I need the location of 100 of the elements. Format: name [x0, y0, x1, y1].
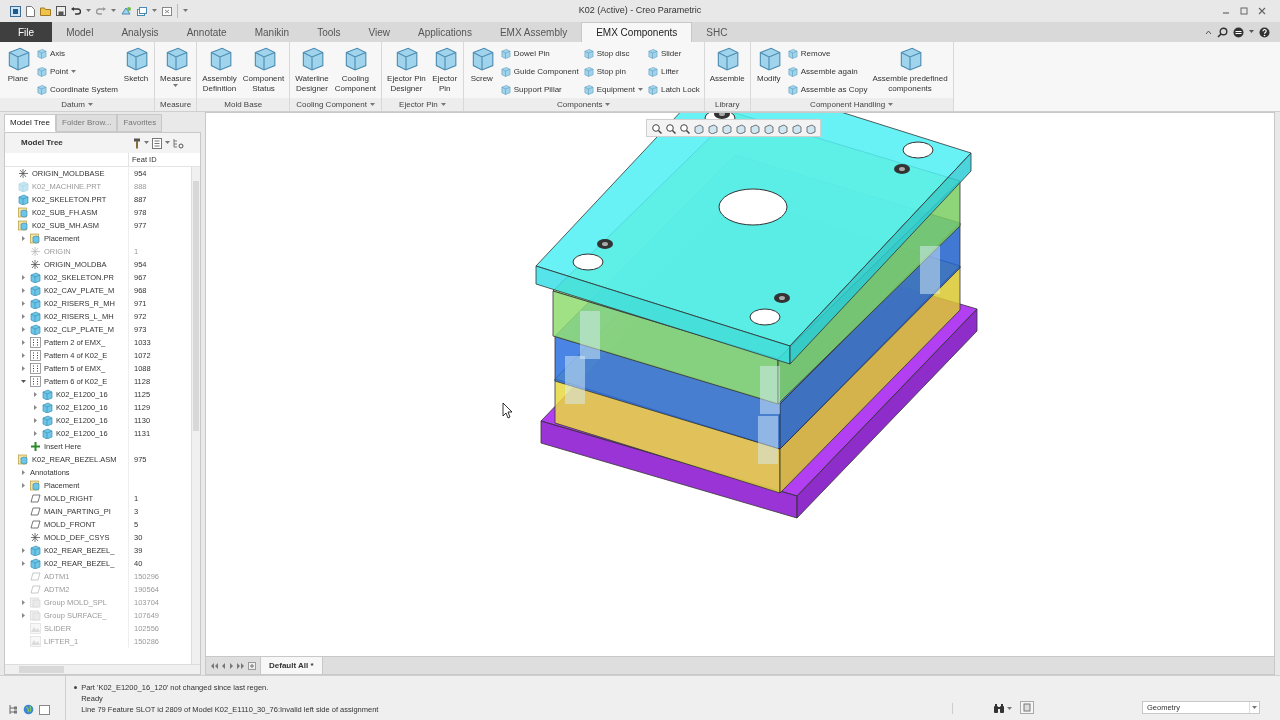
ribbon-tab[interactable]: Tools: [303, 22, 355, 42]
ribbon-tab[interactable]: File: [0, 22, 53, 42]
binoculars-icon[interactable]: [993, 703, 1005, 714]
view-tool-icon[interactable]: [735, 122, 746, 134]
group-label[interactable]: Components: [557, 98, 603, 111]
expand-arrow-icon[interactable]: [21, 236, 26, 241]
expand-arrow-icon[interactable]: [21, 301, 26, 306]
ribbon-tab[interactable]: EMX Assembly: [485, 22, 582, 42]
ribbon-button[interactable]: Lifter: [646, 64, 700, 79]
ribbon-button[interactable]: Slider: [646, 46, 700, 61]
ribbon-button[interactable]: Coordinate System: [36, 82, 119, 97]
ribbon-tab[interactable]: Manikin: [240, 22, 304, 42]
ribbon-button[interactable]: Plane: [4, 45, 32, 84]
help-icon[interactable]: [1259, 26, 1270, 38]
dropdown-icon[interactable]: [111, 9, 116, 13]
ribbon-button[interactable]: Assembly Definition: [201, 45, 238, 94]
caret-up-icon[interactable]: [1205, 29, 1212, 35]
new-file-icon[interactable]: [26, 5, 35, 17]
ribbon-button[interactable]: Stop pin: [582, 64, 643, 79]
expand-arrow-icon[interactable]: [33, 405, 38, 410]
ribbon-tab[interactable]: EMX Components: [581, 22, 693, 42]
ribbon-tab[interactable]: SHC: [692, 22, 742, 42]
dropdown-icon[interactable]: [165, 141, 170, 145]
expand-arrow-icon[interactable]: [21, 483, 26, 488]
next-icon[interactable]: [229, 662, 234, 669]
dropdown-icon[interactable]: [86, 9, 91, 13]
expand-arrow-icon[interactable]: [33, 418, 38, 423]
ribbon-button[interactable]: Dowel Pin: [499, 46, 579, 61]
tree-filter-icon[interactable]: [173, 137, 184, 149]
ribbon-button[interactable]: Axis: [36, 46, 119, 61]
navigator-tab[interactable]: Favorites: [117, 114, 163, 132]
app-icon[interactable]: [10, 5, 21, 17]
expand-arrow-icon[interactable]: [21, 548, 26, 553]
view-tool-icon[interactable]: [707, 122, 718, 134]
expand-arrow-icon[interactable]: [21, 288, 26, 293]
expand-arrow-icon[interactable]: [21, 353, 26, 358]
ribbon-button[interactable]: Support Pillar: [499, 82, 579, 97]
search-icon[interactable]: [1217, 26, 1228, 38]
dropdown-icon[interactable]: [1249, 30, 1254, 34]
view-tool-icon[interactable]: [721, 122, 732, 134]
ribbon-tab[interactable]: Annotate: [172, 22, 241, 42]
navigator-tab[interactable]: Model Tree: [4, 114, 57, 132]
redo-icon[interactable]: [96, 7, 106, 15]
expand-arrow-icon[interactable]: [21, 613, 26, 618]
view-tool-icon[interactable]: [749, 122, 760, 134]
vertical-scrollbar[interactable]: [191, 167, 200, 664]
ribbon-button[interactable]: Stop disc: [582, 46, 643, 61]
document-tab[interactable]: Default All *: [260, 657, 323, 674]
dropdown-icon[interactable]: [144, 141, 149, 145]
dropdown-icon[interactable]: [1007, 706, 1012, 711]
caret-icon[interactable]: [1252, 705, 1257, 710]
selection-icon[interactable]: [1020, 701, 1034, 714]
caret-icon[interactable]: [173, 84, 179, 88]
expand-arrow-icon[interactable]: [21, 366, 26, 371]
ribbon-button[interactable]: Guide Component: [499, 64, 579, 79]
ribbon-button[interactable]: Point: [36, 64, 119, 79]
last-icon[interactable]: [237, 662, 245, 669]
ribbon-button[interactable]: Remove: [786, 46, 868, 61]
ribbon-button[interactable]: Latch Lock: [646, 82, 700, 97]
folder-icon[interactable]: [40, 6, 51, 16]
expand-arrow-icon[interactable]: [21, 340, 26, 345]
ribbon-button[interactable]: Ejector Pin Designer: [386, 45, 427, 94]
first-icon[interactable]: [210, 662, 218, 669]
ribbon-button[interactable]: Assemble predefined components: [871, 45, 949, 94]
view-tool-icon[interactable]: [791, 122, 802, 134]
hammer-icon[interactable]: [133, 137, 141, 149]
ribbon-button[interactable]: Cooling Component: [333, 45, 378, 94]
dropdown-icon[interactable]: [152, 9, 157, 13]
expand-arrow-icon[interactable]: [33, 392, 38, 397]
ribbon-button[interactable]: Screw: [467, 45, 496, 84]
ribbon-button[interactable]: Equipment: [582, 82, 643, 97]
expand-arrow-icon[interactable]: [33, 431, 38, 436]
ribbon-button[interactable]: Assemble as Copy: [786, 82, 868, 97]
save-icon[interactable]: [56, 6, 66, 16]
magnifier-icon[interactable]: [651, 122, 662, 134]
magnifier-icon[interactable]: [665, 122, 676, 134]
ribbon-tab[interactable]: View: [354, 22, 404, 42]
caret-icon[interactable]: [637, 87, 643, 92]
caret-icon[interactable]: [440, 102, 446, 107]
close-window-icon[interactable]: [162, 6, 172, 16]
tree-icon[interactable]: [8, 704, 18, 715]
previous-icon[interactable]: [221, 662, 226, 669]
caret-icon[interactable]: [370, 102, 375, 107]
ribbon-button[interactable]: Modify: [754, 45, 783, 84]
customize-icon[interactable]: [183, 9, 188, 13]
group-label[interactable]: Datum: [61, 98, 85, 111]
ribbon-tab[interactable]: Applications: [404, 22, 486, 42]
ribbon-tab[interactable]: Model: [52, 22, 108, 42]
regenerate-icon[interactable]: [121, 6, 132, 16]
collapse-arrow-icon[interactable]: [21, 379, 26, 384]
view-tool-icon[interactable]: [805, 122, 816, 134]
expand-arrow-icon[interactable]: [21, 470, 26, 475]
expand-arrow-icon[interactable]: [21, 314, 26, 319]
expand-arrow-icon[interactable]: [21, 561, 26, 566]
caret-icon[interactable]: [87, 102, 93, 107]
ribbon-button[interactable]: Component Status: [241, 45, 286, 94]
view-tool-icon[interactable]: [693, 122, 704, 134]
magnifier-icon[interactable]: [679, 122, 690, 134]
window-icon[interactable]: [39, 705, 50, 715]
windows-icon[interactable]: [137, 6, 147, 16]
